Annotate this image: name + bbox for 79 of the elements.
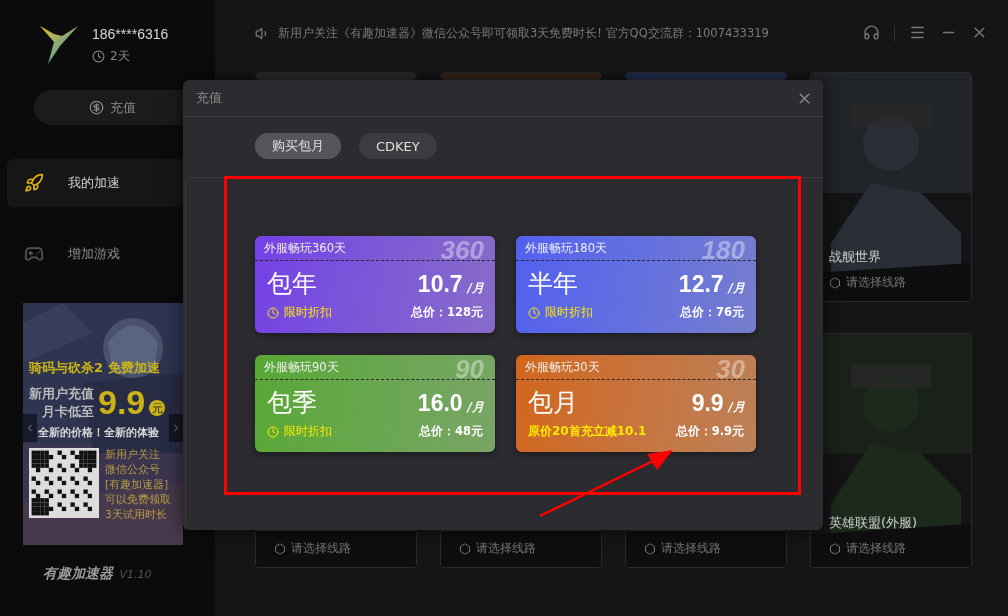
hexagon-icon	[644, 542, 656, 555]
gamepad-icon	[24, 244, 44, 264]
plan-number-label: 90	[455, 356, 484, 382]
game-card[interactable]: 战舰世界 请选择线路	[810, 72, 972, 302]
plan-tag: 外服畅玩360天	[264, 240, 346, 256]
plan-name: 包季	[267, 387, 317, 419]
notice-text: 新用户关注《有趣加速器》微信公众号即可领取3天免费时长! 官方QQ交流群：1007433319	[278, 26, 770, 41]
plan-number-label: 360	[440, 237, 484, 263]
plan-total: 总价：9.9元	[675, 424, 744, 439]
plan-card[interactable]: 外服畅玩90天 90 包季 16.0 /月 限时折扣 总价：48元	[255, 355, 495, 452]
plan-tag: 外服畅玩30天	[525, 359, 600, 375]
plan-name: 包月	[528, 387, 578, 419]
hexagon-icon	[459, 542, 471, 555]
ad-price: 9.9	[98, 383, 146, 422]
plan-total: 总价：128元	[411, 305, 483, 320]
plan-price: 12.7	[678, 271, 724, 298]
ad-headline: 骑码与砍杀2 免费加速	[29, 359, 161, 377]
plan-name: 包年	[267, 268, 317, 300]
hexagon-icon	[829, 542, 841, 555]
qr-code-icon	[29, 448, 99, 518]
hexagon-icon	[829, 276, 841, 289]
plan-card[interactable]: 外服畅玩30天 30 包月 9.9 /月 原价20首充立减10.1 总价：9.9元	[516, 355, 756, 452]
price-unit: /月	[728, 280, 745, 297]
clock-icon	[528, 306, 540, 319]
support-icon[interactable]	[863, 24, 880, 41]
game-card[interactable]: 英雄联盟(外服) 请选择线路	[810, 333, 972, 568]
tab[interactable]: 购买包月	[255, 133, 341, 159]
nav-item[interactable]: 增加游戏	[7, 230, 215, 278]
menu-icon[interactable]	[909, 24, 926, 41]
plan-number-label: 30	[716, 356, 745, 382]
logo-icon	[40, 24, 78, 66]
app-name: 有趣加速器	[43, 565, 114, 583]
game-card[interactable]: 请选择线路	[440, 530, 602, 568]
qr-caption: 可以免费领取	[105, 493, 171, 507]
game-card[interactable]: 请选择线路	[255, 530, 417, 568]
discount-label: 限时折扣	[545, 304, 593, 321]
price-unit: /月	[467, 280, 484, 297]
discount-label: 限时折扣	[284, 423, 332, 440]
price-unit: /月	[728, 399, 745, 416]
clock-icon	[92, 49, 105, 63]
plan-tag: 外服畅玩180天	[525, 240, 607, 256]
app-version: V1.10	[119, 568, 152, 581]
plan-number-label: 180	[701, 237, 745, 263]
plan-price: 10.7	[417, 271, 463, 298]
account-number: 186****6316	[92, 25, 169, 42]
game-title: 战舰世界	[829, 248, 882, 266]
plan-total: 总价：48元	[419, 424, 483, 439]
plan-price: 16.0	[417, 390, 463, 417]
plan-price: 9.9	[691, 390, 724, 417]
clock-icon	[267, 306, 279, 319]
route-label[interactable]: 请选择线路	[476, 540, 536, 557]
price-unit: /月	[467, 399, 484, 416]
clock-icon	[267, 425, 279, 438]
plan-name: 半年	[528, 268, 578, 300]
plan-card[interactable]: 外服畅玩360天 360 包年 10.7 /月 限时折扣 总价：128元	[255, 236, 495, 333]
hexagon-icon	[274, 542, 286, 555]
game-title: 英雄联盟(外服)	[829, 514, 918, 532]
discount-label: 限时折扣	[284, 304, 332, 321]
promo-label: 原价20首充立减10.1	[528, 423, 647, 440]
previous-button[interactable]	[23, 414, 37, 442]
plan-total: 总价：76元	[680, 305, 744, 320]
qr-caption: 新用户关注	[105, 448, 161, 462]
qr-caption: 3天试用时长	[105, 508, 168, 522]
route-label[interactable]: 请选择线路	[661, 540, 721, 557]
remaining-days: 2天	[110, 47, 130, 65]
qr-caption: 微信公众号	[105, 463, 161, 477]
route-label[interactable]: 请选择线路	[291, 540, 351, 557]
plan-card[interactable]: 外服畅玩180天 180 半年 12.7 /月 限时折扣 总价：76元	[516, 236, 756, 333]
game-card[interactable]: 请选择线路	[625, 530, 787, 568]
ad-slogan: 全新的价格！全新的体验	[38, 426, 159, 440]
tab[interactable]: CDKEY	[359, 133, 437, 159]
qr-caption: [有趣加速器]	[105, 478, 170, 492]
route-label[interactable]: 请选择线路	[846, 274, 906, 291]
ad-offer: 月卡低至	[42, 402, 94, 421]
rocket-icon	[24, 173, 44, 193]
coin-icon	[88, 100, 104, 115]
plan-tag: 外服畅玩90天	[264, 359, 339, 375]
route-label[interactable]: 请选择线路	[846, 540, 906, 557]
ad-offer: 新用户充值	[29, 384, 94, 403]
